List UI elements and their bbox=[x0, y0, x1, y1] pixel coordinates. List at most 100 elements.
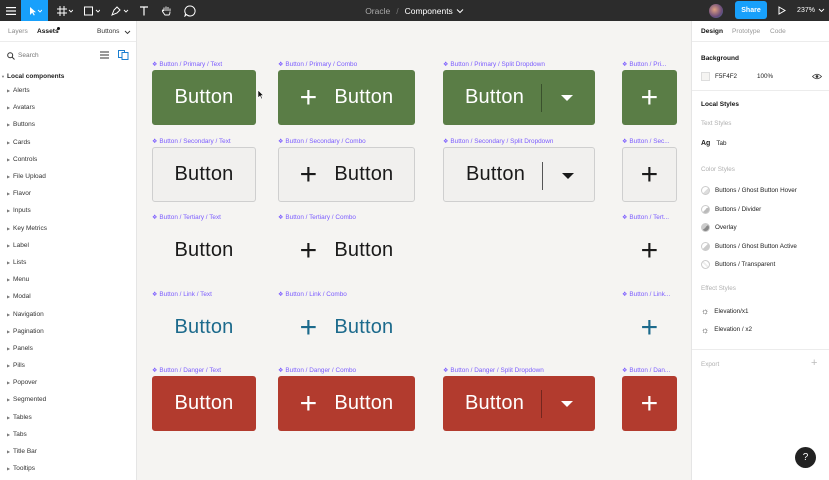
background-fill-row[interactable]: F5F4F2 100% bbox=[701, 72, 773, 81]
component-label[interactable]: ❖ Button / Secondary / Combo bbox=[278, 138, 366, 145]
tree-item[interactable]: ▶ Panels bbox=[0, 340, 136, 357]
file-name[interactable]: Components bbox=[405, 6, 453, 16]
avatar[interactable] bbox=[707, 0, 725, 21]
tree-item[interactable]: ▶ File Upload bbox=[0, 168, 136, 185]
tree-item[interactable]: ▶ Modal bbox=[0, 288, 136, 305]
button-tertiary-text[interactable]: Button bbox=[152, 223, 256, 278]
tab-code[interactable]: Code bbox=[770, 28, 786, 35]
effect-style-item[interactable]: ☼ Elevation / x2 bbox=[701, 325, 752, 335]
component-label[interactable]: ❖ Button / Tertiary / Combo bbox=[278, 214, 356, 221]
tree-item[interactable]: ▶ Avatars bbox=[0, 99, 136, 116]
component-label[interactable]: ❖ Button / Primary / Split Dropdown bbox=[443, 61, 545, 68]
caret-down-icon[interactable] bbox=[561, 95, 573, 101]
tree-item[interactable]: ▶ Inputs bbox=[0, 202, 136, 219]
component-label[interactable]: ❖ Button / Danger / Text bbox=[152, 367, 221, 374]
tree-item[interactable]: ▶ Pills bbox=[0, 357, 136, 374]
button-secondary-split-dropdown[interactable]: Button bbox=[443, 147, 595, 202]
local-components-header[interactable]: ▼ Local components bbox=[0, 71, 136, 82]
tree-item[interactable]: ▶ Navigation bbox=[0, 305, 136, 322]
tree-item[interactable]: ▶ Tabs bbox=[0, 426, 136, 443]
component-label[interactable]: ❖ Button / Secondary / Text bbox=[152, 138, 231, 145]
tree-item[interactable]: ▶ Menu bbox=[0, 271, 136, 288]
button-primary-text[interactable]: Button bbox=[152, 70, 256, 125]
present-button[interactable] bbox=[774, 0, 790, 21]
button-link-text[interactable]: Button bbox=[152, 300, 256, 355]
hand-tool-button[interactable] bbox=[158, 0, 176, 21]
component-label[interactable]: ❖ Button / Link / Combo bbox=[278, 291, 347, 298]
add-export-icon[interactable]: + bbox=[811, 357, 817, 369]
component-label[interactable]: ❖ Button / Link / Text bbox=[152, 291, 212, 298]
pen-tool-button[interactable] bbox=[108, 0, 132, 21]
button-danger-text[interactable]: Button bbox=[152, 376, 256, 431]
tab-design[interactable]: Design bbox=[701, 28, 723, 35]
button-tertiary-combo[interactable]: + Button bbox=[278, 223, 415, 278]
zoom-dropdown[interactable]: 237% bbox=[795, 0, 827, 21]
tree-item[interactable]: ▶ Tooltips bbox=[0, 460, 136, 477]
component-label[interactable]: ❖ Button / Primary / Combo bbox=[278, 61, 357, 68]
comment-tool-button[interactable] bbox=[181, 0, 199, 21]
color-style-item[interactable]: Overlay bbox=[701, 223, 737, 232]
component-label[interactable]: ❖ Button / Primary / Text bbox=[152, 61, 222, 68]
tab-prototype[interactable]: Prototype bbox=[732, 28, 760, 35]
button-primary-split-dropdown[interactable]: Button bbox=[443, 70, 595, 125]
component-label[interactable]: ❖ Button / Dan... bbox=[622, 367, 670, 374]
text-tool-button[interactable] bbox=[136, 0, 152, 21]
tree-item[interactable]: ▶ Popover bbox=[0, 374, 136, 391]
effect-style-item[interactable]: ☼ Elevation/x1 bbox=[701, 306, 749, 316]
button-secondary-icon[interactable]: + bbox=[622, 147, 677, 202]
color-style-item[interactable]: Buttons / Ghost Button Active bbox=[701, 241, 797, 251]
tree-item[interactable]: ▶ Pagination bbox=[0, 323, 136, 340]
shape-tool-button[interactable] bbox=[80, 0, 104, 21]
text-style-item[interactable]: Ag Tab bbox=[701, 140, 727, 147]
tree-item[interactable]: ▶ Cards bbox=[0, 134, 136, 151]
component-label[interactable]: ❖ Button / Tertiary / Text bbox=[152, 214, 221, 221]
button-secondary-text[interactable]: Button bbox=[152, 147, 256, 202]
button-link-icon[interactable]: + bbox=[622, 300, 677, 355]
tree-item[interactable]: ▶ Segmented bbox=[0, 391, 136, 408]
project-name[interactable]: Oracle bbox=[365, 6, 390, 16]
page-selector[interactable]: Buttons bbox=[97, 28, 119, 35]
component-label[interactable]: ❖ Button / Danger / Combo bbox=[278, 367, 356, 374]
move-tool-button[interactable] bbox=[21, 0, 48, 21]
search-input[interactable] bbox=[18, 50, 88, 61]
component-label[interactable]: ❖ Button / Pri... bbox=[622, 61, 666, 68]
chevron-down-icon[interactable] bbox=[456, 8, 464, 14]
component-label[interactable]: ❖ Button / Sec... bbox=[622, 138, 670, 145]
component-label[interactable]: ❖ Button / Link... bbox=[622, 291, 670, 298]
background-opacity[interactable]: 100% bbox=[757, 73, 773, 80]
caret-down-icon[interactable] bbox=[561, 401, 573, 407]
tab-assets[interactable]: Assets bbox=[37, 28, 59, 35]
frame-tool-button[interactable] bbox=[54, 0, 76, 21]
eye-icon[interactable] bbox=[812, 73, 822, 80]
list-view-icon[interactable] bbox=[100, 51, 109, 59]
tree-item[interactable]: ▶ Flavor bbox=[0, 185, 136, 202]
tree-item[interactable]: ▶ Tables bbox=[0, 409, 136, 426]
tab-layers[interactable]: Layers bbox=[8, 28, 28, 35]
button-danger-icon[interactable]: + bbox=[622, 376, 677, 431]
component-label[interactable]: ❖ Button / Secondary / Split Dropdown bbox=[443, 138, 553, 145]
help-button[interactable]: ? bbox=[795, 447, 816, 468]
color-style-item[interactable]: Buttons / Ghost Button Hover bbox=[701, 186, 797, 195]
chevron-down-icon[interactable] bbox=[124, 30, 131, 35]
tree-item[interactable]: ▶ Key Metrics bbox=[0, 220, 136, 237]
background-hex[interactable]: F5F4F2 bbox=[715, 73, 737, 80]
asset-search[interactable] bbox=[0, 48, 136, 63]
button-primary-icon[interactable]: + bbox=[622, 70, 677, 125]
tree-item[interactable]: ▶ Title Bar bbox=[0, 443, 136, 460]
color-swatch[interactable] bbox=[701, 72, 710, 81]
caret-down-icon[interactable] bbox=[562, 173, 574, 179]
button-link-combo[interactable]: + Button bbox=[278, 300, 415, 355]
component-label[interactable]: ❖ Button / Danger / Split Dropdown bbox=[443, 367, 544, 374]
button-secondary-combo[interactable]: + Button bbox=[278, 147, 415, 202]
button-primary-combo[interactable]: + Button bbox=[278, 70, 415, 125]
tree-item[interactable]: ▶ Label bbox=[0, 237, 136, 254]
tree-item[interactable]: ▶ Buttons bbox=[0, 116, 136, 133]
main-menu-button[interactable] bbox=[0, 0, 21, 21]
color-style-item[interactable]: Buttons / Divider bbox=[701, 204, 761, 214]
button-danger-combo[interactable]: + Button bbox=[278, 376, 415, 431]
tree-item[interactable]: ▶ Controls bbox=[0, 151, 136, 168]
library-icon[interactable] bbox=[118, 50, 129, 60]
button-tertiary-icon[interactable]: + bbox=[622, 223, 677, 278]
component-label[interactable]: ❖ Button / Tert... bbox=[622, 214, 669, 221]
tree-item[interactable]: ▶ Alerts bbox=[0, 82, 136, 99]
